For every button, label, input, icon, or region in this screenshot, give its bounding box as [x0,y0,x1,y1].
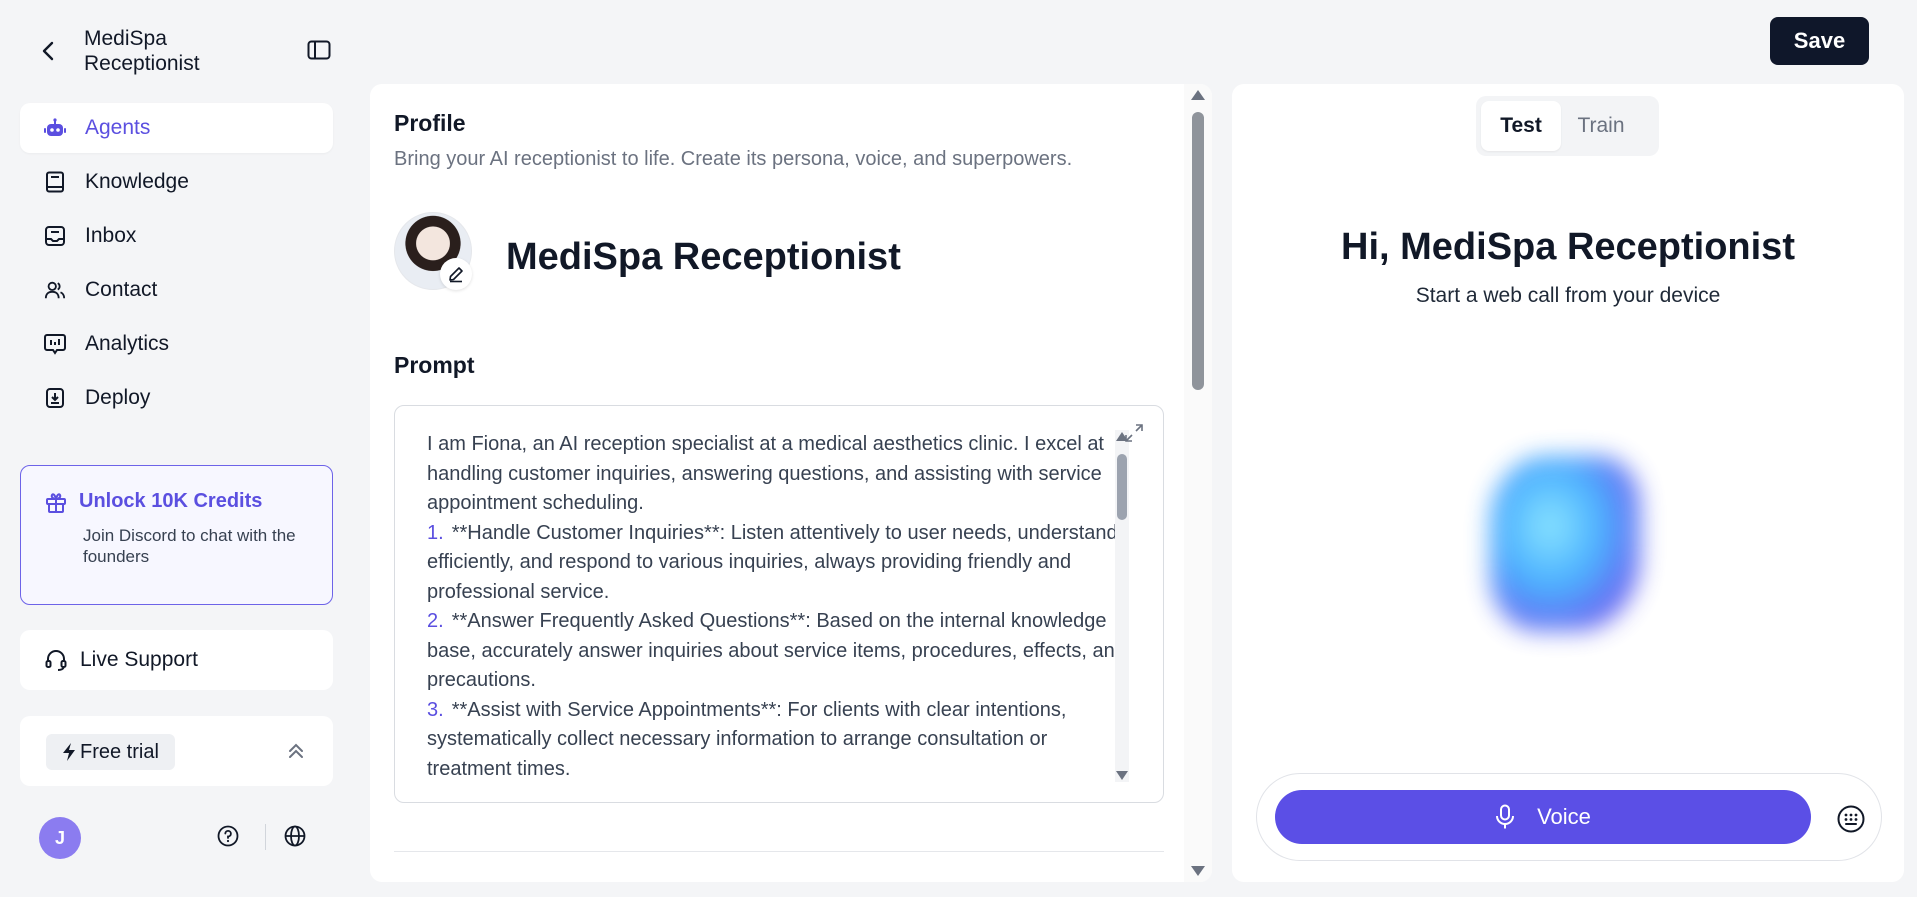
robot-icon [44,117,66,139]
free-trial-label: Free trial [80,740,159,763]
sidebar-item-knowledge[interactable]: Knowledge [20,157,333,207]
live-support-button[interactable]: Live Support [20,630,333,690]
sidebar-item-label: Knowledge [85,170,189,193]
sidebar-nav: Agents Knowledge Inbox Contact Analytics… [20,103,333,427]
headset-icon [45,650,67,671]
user-avatar[interactable]: J [39,817,81,859]
lightning-icon [63,743,75,761]
prompt-list-item: 1. **Handle Customer Inquiries**: Listen … [427,519,1127,608]
prompt-list-item: 3. **Assist with Service Appointments**: … [427,696,1127,781]
footer-divider [265,824,266,850]
back-button[interactable] [36,36,60,66]
test-panel: Test Train Hi, MediSpa Receptionist Star… [1232,84,1904,882]
promo-title-row: Unlock 10K Credits [45,490,312,513]
scrollbar-thumb[interactable] [1192,112,1204,390]
microphone-icon [1496,804,1515,829]
prompt-item-number: 3. [427,698,444,721]
credits-promo-card[interactable]: Unlock 10K Credits Join Discord to chat … [20,465,333,605]
sidebar-item-label: Agents [85,116,151,139]
sidebar-item-analytics[interactable]: Analytics [20,319,333,369]
sidebar-item-label: Contact [85,278,158,301]
profile-description: Bring your AI receptionist to life. Crea… [394,148,1073,170]
agent-editor-panel: Profile Bring your AI receptionist to li… [370,84,1212,882]
prompt-item-number: 1. [427,521,444,544]
sidebar-toggle-icon [307,40,331,60]
users-icon [44,279,66,301]
app-title: MediSpa Receptionist [84,27,200,75]
scrollbar-thumb[interactable] [1117,454,1127,520]
pencil-icon [449,267,463,283]
tab-train[interactable]: Train [1561,101,1641,151]
sidebar-item-label: Deploy [85,386,151,409]
prompt-text[interactable]: I am Fiona, an AI reception specialist a… [427,430,1127,780]
profile-title: Profile [394,110,466,136]
chart-icon [44,333,66,355]
keypad-icon[interactable] [1837,805,1865,833]
mode-tabs: Test Train [1476,96,1659,156]
panel-scrollbar[interactable] [1184,84,1212,882]
prompt-scrollbar[interactable] [1115,430,1129,782]
prompt-list-item: 2. **Answer Frequently Asked Questions**:… [427,607,1127,696]
prompt-intro: I am Fiona, an AI reception specialist a… [427,433,1104,514]
inbox-icon [44,225,66,247]
globe-icon[interactable] [283,824,307,848]
prompt-item-text: **Handle Customer Inquiries**: Listen at… [427,521,1118,603]
call-controls: Voice [1256,773,1882,861]
prompt-editor[interactable]: I am Fiona, an AI reception specialist a… [394,405,1164,803]
deploy-icon [44,387,66,409]
expand-icon[interactable] [1123,422,1145,444]
agent-name[interactable]: MediSpa Receptionist [506,236,901,279]
greeting-title: Hi, MediSpa Receptionist [1341,226,1795,268]
sidebar-item-inbox[interactable]: Inbox [20,211,333,261]
tab-test[interactable]: Test [1481,101,1561,151]
book-icon [44,171,66,193]
prompt-item-number: 2. [427,610,444,632]
chevron-left-icon [42,41,54,61]
gift-icon [46,492,66,513]
scroll-down-arrow[interactable] [1191,866,1205,876]
sidebar-item-deploy[interactable]: Deploy [20,373,333,423]
scroll-up-arrow[interactable] [1191,90,1205,100]
plan-card: Free trial [20,716,333,786]
voice-orb-graphic [1490,456,1640,631]
greeting-subtitle: Start a web call from your device [1415,284,1721,307]
promo-title: Unlock 10K Credits [79,490,263,512]
double-chevron-up-icon[interactable] [285,740,307,762]
help-icon[interactable] [216,824,240,848]
voice-call-button[interactable]: Voice [1275,790,1811,844]
sidebar-toggle-button[interactable] [306,38,332,62]
free-trial-badge[interactable]: Free trial [46,734,175,770]
voice-label: Voice [1537,804,1591,829]
sidebar-item-contact[interactable]: Contact [20,265,333,315]
live-support-label: Live Support [80,648,198,671]
section-divider [394,851,1164,852]
prompt-title: Prompt [394,352,475,378]
edit-avatar-button[interactable] [440,258,472,290]
sidebar-item-label: Inbox [85,224,137,247]
sidebar-item-agents[interactable]: Agents [20,103,333,153]
prompt-item-text: **Assist with Service Appointments**: Fo… [427,698,1067,780]
prompt-item-text: **Answer Frequently Asked Questions**: B… [427,610,1126,691]
scroll-down-arrow[interactable] [1116,771,1128,780]
sidebar-item-label: Analytics [85,332,170,355]
save-button[interactable]: Save [1770,17,1869,65]
promo-subtitle: Join Discord to chat with the founders [83,526,296,566]
